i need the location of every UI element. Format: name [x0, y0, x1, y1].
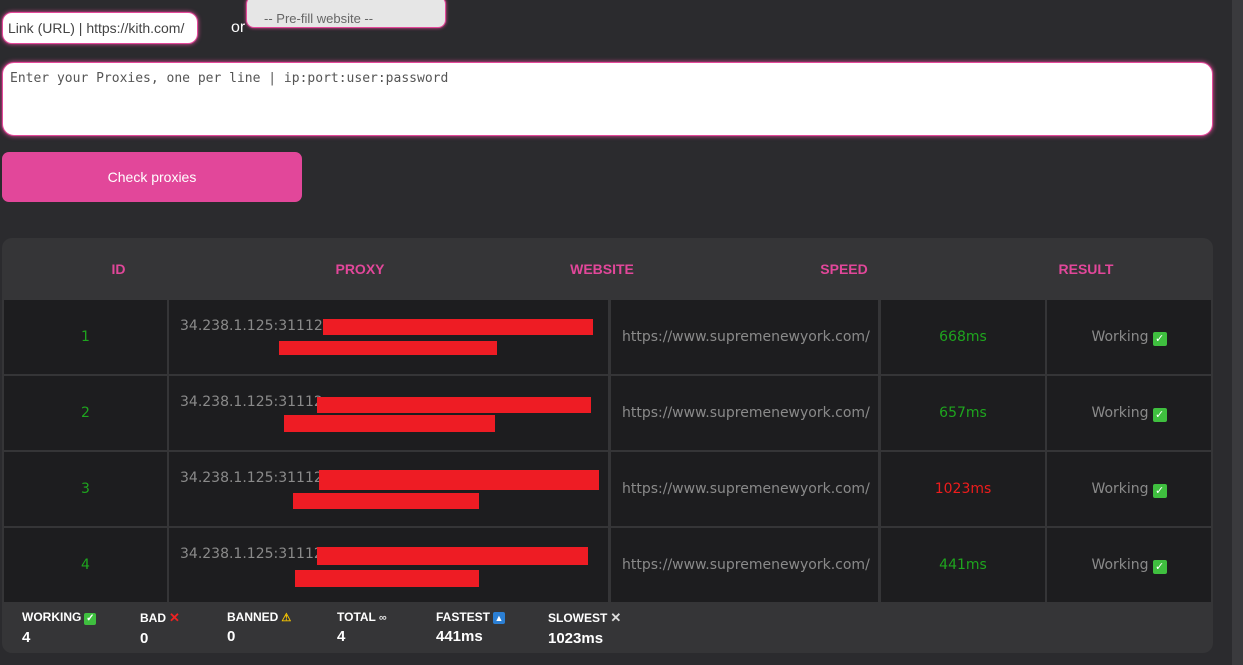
row-proxy: 34.238.1.125:31112: — [169, 452, 608, 526]
prefill-website-select[interactable]: -- Pre-fill website -- — [246, 0, 446, 28]
row-result: Working ✓ — [1047, 452, 1211, 526]
stat-slowest-label: SLOWEST — [548, 611, 608, 625]
result-text: Working — [1091, 329, 1149, 345]
stat-working-value: 4 — [22, 629, 31, 646]
or-label: or — [231, 19, 246, 36]
stat-total-label: TOTAL — [337, 610, 376, 624]
stat-working-label: WORKING — [22, 610, 82, 624]
row-website: https://www.supremenewyork.com/ — [611, 300, 878, 374]
table-header: ID PROXY WEBSITE SPEED RESULT — [2, 238, 1213, 299]
check-icon: ✓ — [1152, 560, 1167, 574]
redaction-bar — [293, 493, 479, 509]
row-result: Working ✓ — [1047, 528, 1211, 602]
stat-total-value: 4 — [337, 628, 346, 645]
proxy-text: 34.238.1.125:31112:i — [180, 318, 332, 334]
table-row: 4 34.238.1.125:31112: https://www.suprem… — [2, 528, 1213, 602]
redaction-bar — [317, 547, 588, 565]
proxies-textarea[interactable] — [2, 62, 1213, 136]
up-arrow-icon: ▲ — [493, 612, 506, 624]
row-website: https://www.supremenewyork.com/ — [611, 528, 878, 602]
link-icon: ∞ — [378, 612, 387, 624]
row-website: https://www.supremenewyork.com/ — [611, 452, 878, 526]
header-speed: SPEED — [820, 261, 868, 277]
stats-bar: WORKING ✓ 4 BAD ✕ 0 BANNED ⚠ 0 TOTAL ∞ 4 FAS… — [2, 602, 1213, 653]
row-proxy: 34.238.1.125:31112: — [169, 376, 608, 450]
stat-fastest: FASTEST ▲ 441ms — [436, 610, 506, 645]
stat-fastest-label: FASTEST — [436, 610, 491, 624]
proxy-text: 34.238.1.125:31112: — [180, 546, 328, 562]
stat-fastest-value: 441ms — [436, 628, 483, 645]
redaction-bar — [323, 319, 593, 335]
stat-banned: BANNED ⚠ 0 — [227, 610, 291, 645]
row-speed: 441ms — [881, 528, 1045, 602]
row-result: Working ✓ — [1047, 300, 1211, 374]
redaction-bar — [279, 341, 497, 355]
check-proxies-button[interactable]: Check proxies — [2, 152, 302, 202]
row-website: https://www.supremenewyork.com/ — [611, 376, 878, 450]
page-scrollbar[interactable] — [1232, 0, 1243, 665]
prefill-select-label: -- Pre-fill website -- — [264, 11, 374, 26]
row-speed: 668ms — [881, 300, 1045, 374]
x-icon: ✕ — [169, 610, 180, 625]
stat-slowest: SLOWEST ✕ 1023ms — [548, 610, 621, 647]
warning-icon: ⚠ — [281, 612, 292, 624]
proxy-text: 34.238.1.125:31112: — [180, 470, 328, 486]
row-result: Working ✓ — [1047, 376, 1211, 450]
row-proxy: 34.238.1.125:31112:i — [169, 300, 608, 374]
table-row: 1 34.238.1.125:31112:i https://www.supre… — [2, 300, 1213, 374]
check-icon: ✓ — [1152, 484, 1167, 498]
stat-working: WORKING ✓ 4 — [22, 610, 97, 646]
row-id: 1 — [4, 300, 167, 374]
redaction-bar — [317, 397, 591, 413]
stat-total: TOTAL ∞ 4 — [337, 610, 387, 645]
row-id: 3 — [4, 452, 167, 526]
row-speed: 657ms — [881, 376, 1045, 450]
stat-banned-label: BANNED — [227, 610, 279, 624]
stat-bad-label: BAD — [140, 611, 166, 625]
check-icon: ✓ — [1152, 408, 1167, 422]
stat-bad: BAD ✕ 0 — [140, 610, 180, 647]
url-input[interactable] — [2, 12, 198, 44]
header-website: WEBSITE — [570, 261, 634, 277]
header-proxy: PROXY — [335, 261, 385, 277]
table-row: 2 34.238.1.125:31112: https://www.suprem… — [2, 376, 1213, 450]
result-text: Working — [1091, 557, 1149, 573]
stat-bad-value: 0 — [140, 630, 149, 647]
check-icon: ✓ — [84, 613, 97, 625]
row-proxy: 34.238.1.125:31112: — [169, 528, 608, 602]
close-icon: ✕ — [610, 610, 622, 625]
proxy-text: 34.238.1.125:31112: — [180, 394, 328, 410]
result-text: Working — [1091, 405, 1149, 421]
row-id: 2 — [4, 376, 167, 450]
redaction-bar — [319, 470, 599, 490]
results-panel: ID PROXY WEBSITE SPEED RESULT 1 34.238.1… — [2, 238, 1213, 653]
stat-banned-value: 0 — [227, 628, 236, 645]
check-icon: ✓ — [1152, 332, 1167, 346]
redaction-bar — [284, 415, 495, 432]
row-speed: 1023ms — [881, 452, 1045, 526]
result-text: Working — [1091, 481, 1149, 497]
stat-slowest-value: 1023ms — [548, 630, 604, 647]
header-id: ID — [111, 261, 126, 277]
redaction-bar — [295, 570, 479, 587]
row-id: 4 — [4, 528, 167, 602]
table-row: 3 34.238.1.125:31112: https://www.suprem… — [2, 452, 1213, 526]
header-result: RESULT — [1058, 261, 1114, 277]
